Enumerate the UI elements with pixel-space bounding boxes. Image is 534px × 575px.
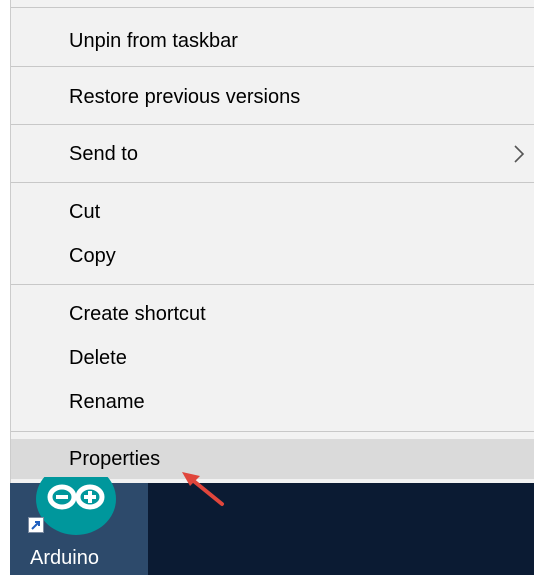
taskbar: Arduino: [10, 477, 534, 575]
menu-item-create-shortcut[interactable]: Create shortcut: [11, 295, 534, 333]
menu-item-label: Cut: [69, 200, 101, 223]
menu-item-label: Rename: [69, 390, 145, 413]
menu-item-delete[interactable]: Delete: [11, 339, 534, 377]
menu-item-label: Properties: [69, 447, 161, 470]
menu-item-label: Restore previous versions: [69, 85, 301, 108]
menu-separator: [11, 66, 534, 67]
taskbar-app-arduino[interactable]: Arduino: [10, 477, 148, 575]
red-arrow-annotation-icon: [182, 472, 224, 506]
menu-item-rename[interactable]: Rename: [11, 383, 534, 421]
menu-separator: [11, 431, 534, 432]
shortcut-arrow-icon: [28, 517, 44, 533]
taskbar-app-label: Arduino: [30, 547, 99, 569]
menu-item-label: Send to: [69, 142, 138, 165]
menu-item-restore-previous-versions[interactable]: Restore previous versions: [11, 78, 534, 116]
menu-item-cut[interactable]: Cut: [11, 193, 534, 231]
menu-item-label: Delete: [69, 346, 127, 369]
menu-item-unpin-from-taskbar[interactable]: Unpin from taskbar: [11, 22, 534, 60]
menu-item-properties[interactable]: Properties: [11, 439, 534, 479]
context-menu: Unpin from taskbar Restore previous vers…: [10, 0, 534, 483]
menu-separator: [11, 124, 534, 125]
menu-item-send-to[interactable]: Send to: [11, 135, 534, 173]
menu-separator: [11, 182, 534, 183]
menu-item-label: Create shortcut: [69, 302, 206, 325]
menu-separator: [11, 284, 534, 285]
chevron-right-icon: [514, 145, 525, 163]
menu-item-copy[interactable]: Copy: [11, 237, 534, 275]
menu-item-label: Unpin from taskbar: [69, 29, 238, 52]
menu-separator: [11, 7, 534, 8]
menu-item-label: Copy: [69, 244, 116, 267]
